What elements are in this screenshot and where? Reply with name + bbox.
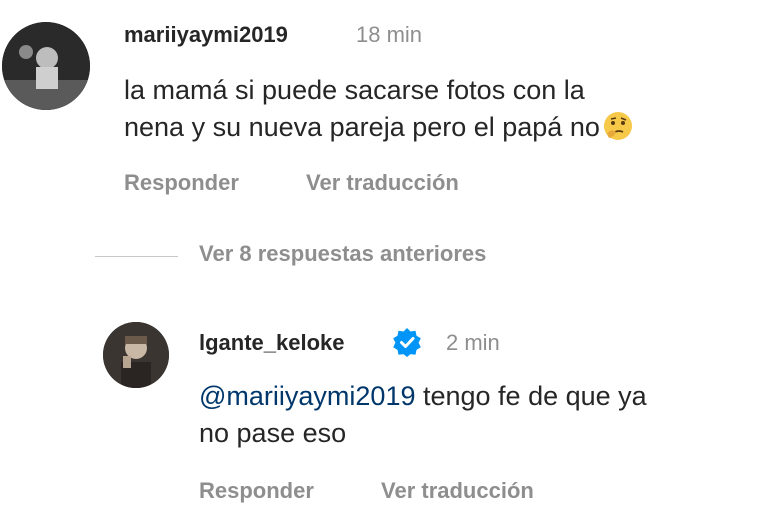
comment-time: 18 min [356,22,423,47]
see-translation-button[interactable]: Ver traducción [306,170,459,196]
verified-badge-icon [392,327,422,362]
see-translation-button[interactable]: Ver traducción [381,478,534,504]
reply-username[interactable]: lgante_keloke [199,330,345,356]
avatar[interactable] [2,22,90,110]
mention-link[interactable]: @mariiyaymi2019 [199,381,415,411]
reply-time: 2 min [446,330,500,355]
comment-username[interactable]: mariiyaymi2019 [124,22,288,48]
avatar[interactable] [103,322,169,388]
reply-text: @mariiyaymi2019 tengo fe de que ya no pa… [199,378,647,452]
divider [95,256,178,257]
reply-button[interactable]: Responder [199,478,314,504]
comment-text-line: nena y su nueva pareja pero el papá no [124,109,634,152]
reply-button[interactable]: Responder [124,170,239,196]
view-previous-replies-button[interactable]: Ver 8 respuestas anteriores [199,241,486,267]
reply-text-segment: tengo fe de que ya [415,381,647,411]
reply-text-line: no pase eso [199,418,347,448]
comment-text-line: la mamá si puede sacarse fotos con la [124,75,585,105]
comment-text: la mamá si puede sacarse fotos con la ne… [124,72,634,152]
thinking-face-icon [602,110,634,152]
comment-text-segment: nena y su nueva pareja pero el papá no [124,112,600,142]
reply-text-line: @mariiyaymi2019 tengo fe de que ya [199,378,647,415]
